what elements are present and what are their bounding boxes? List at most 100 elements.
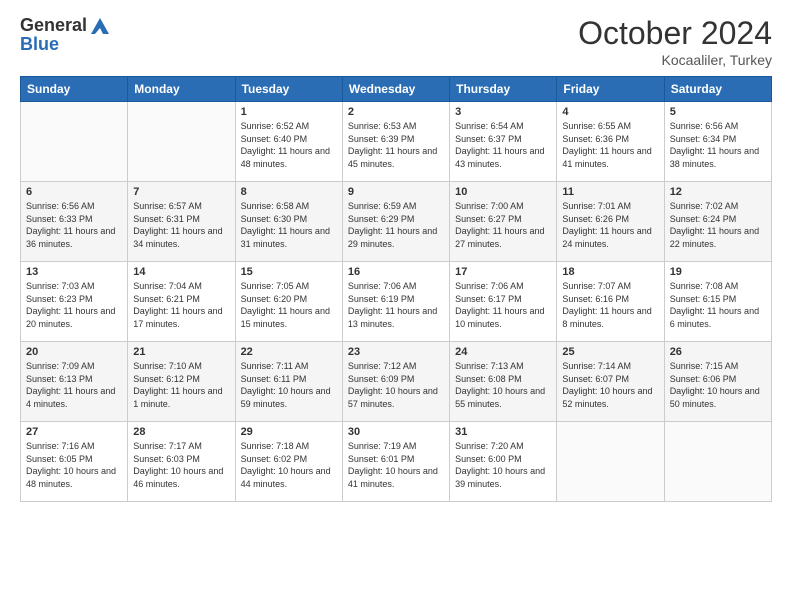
- calendar-day-cell: 15Sunrise: 7:05 AM Sunset: 6:20 PM Dayli…: [235, 262, 342, 342]
- weekday-header: Tuesday: [235, 77, 342, 102]
- calendar-day-cell: 13 Sunrise: 7:03 AM Sunset: 6:23 PM Dayli…: [21, 262, 128, 342]
- day-number: 4: [562, 106, 658, 118]
- weekday-header: Sunday: [21, 77, 128, 102]
- logo-blue-text: Blue: [20, 34, 111, 55]
- day-info: Sunrise: 7:17 AM Sunset: 6:03 PM Dayligh…: [133, 440, 229, 490]
- day-number: 6: [26, 186, 122, 198]
- calendar-day-cell: 10 Sunrise: 7:00 AM Sunset: 6:27 PM Dayli…: [450, 182, 557, 262]
- day-info: Sunrise: 7:01 AM Sunset: 6:26 PM Dayligh…: [562, 200, 658, 250]
- day-info: Sunrise: 6:53 AM Sunset: 6:39 PM Dayligh…: [348, 120, 444, 170]
- day-number: 20: [26, 346, 122, 358]
- day-number: 14: [133, 266, 229, 278]
- day-number: 7: [133, 186, 229, 198]
- day-number: 19: [670, 266, 766, 278]
- calendar-day-cell: 6 Sunrise: 6:56 AM Sunset: 6:33 PM Daylig…: [21, 182, 128, 262]
- day-info: Sunrise: 6:59 AM Sunset: 6:29 PM Dayligh…: [348, 200, 444, 250]
- calendar-day-cell: 3Sunrise: 6:54 AM Sunset: 6:37 PM Daylig…: [450, 102, 557, 182]
- day-number: 16: [348, 266, 444, 278]
- day-number: 27: [26, 426, 122, 438]
- calendar-day-cell: [664, 422, 771, 502]
- calendar-day-cell: 5 Sunrise: 6:56 AM Sunset: 6:34 PM Daylig…: [664, 102, 771, 182]
- day-info: Sunrise: 6:55 AM Sunset: 6:36 PM Dayligh…: [562, 120, 658, 170]
- day-number: 8: [241, 186, 337, 198]
- calendar-day-cell: 20 Sunrise: 7:09 AM Sunset: 6:13 PM Dayli…: [21, 342, 128, 422]
- day-info: Sunrise: 7:13 AM Sunset: 6:08 PM Dayligh…: [455, 360, 551, 410]
- logo-general-text: General: [20, 15, 87, 36]
- day-info: Sunrise: 7:19 AM Sunset: 6:01 PM Dayligh…: [348, 440, 444, 490]
- day-info: Sunrise: 7:11 AM Sunset: 6:11 PM Dayligh…: [241, 360, 337, 410]
- calendar-day-cell: 9 Sunrise: 6:59 AM Sunset: 6:29 PM Daylig…: [342, 182, 449, 262]
- day-info: Sunrise: 7:16 AM Sunset: 6:05 PM Dayligh…: [26, 440, 122, 490]
- calendar-day-cell: 7 Sunrise: 6:57 AM Sunset: 6:31 PM Daylig…: [128, 182, 235, 262]
- calendar-week-row: 27 Sunrise: 7:16 AM Sunset: 6:05 PM Dayli…: [21, 422, 772, 502]
- calendar-day-cell: 29 Sunrise: 7:18 AM Sunset: 6:02 PM Dayli…: [235, 422, 342, 502]
- calendar-table: SundayMondayTuesdayWednesdayThursdayFrid…: [20, 76, 772, 502]
- day-number: 18: [562, 266, 658, 278]
- page: General Blue October 2024 Kocaaliler, Tu…: [0, 0, 792, 612]
- calendar-day-cell: 21Sunrise: 7:10 AM Sunset: 6:12 PM Dayli…: [128, 342, 235, 422]
- calendar-header-row: SundayMondayTuesdayWednesdayThursdayFrid…: [21, 77, 772, 102]
- calendar-day-cell: 19 Sunrise: 7:08 AM Sunset: 6:15 PM Dayli…: [664, 262, 771, 342]
- title-block: October 2024 Kocaaliler, Turkey: [578, 15, 772, 68]
- calendar-week-row: 1 Sunrise: 6:52 AM Sunset: 6:40 PM Daylig…: [21, 102, 772, 182]
- day-number: 1: [241, 106, 337, 118]
- calendar-week-row: 13 Sunrise: 7:03 AM Sunset: 6:23 PM Dayli…: [21, 262, 772, 342]
- logo: General Blue: [20, 15, 111, 55]
- day-number: 3: [455, 106, 551, 118]
- weekday-header: Wednesday: [342, 77, 449, 102]
- calendar-day-cell: 4 Sunrise: 6:55 AM Sunset: 6:36 PM Daylig…: [557, 102, 664, 182]
- month-title: October 2024: [578, 15, 772, 52]
- calendar-day-cell: 16Sunrise: 7:06 AM Sunset: 6:19 PM Dayli…: [342, 262, 449, 342]
- day-info: Sunrise: 6:58 AM Sunset: 6:30 PM Dayligh…: [241, 200, 337, 250]
- day-number: 30: [348, 426, 444, 438]
- calendar-day-cell: 12Sunrise: 7:02 AM Sunset: 6:24 PM Dayli…: [664, 182, 771, 262]
- calendar-day-cell: 23 Sunrise: 7:12 AM Sunset: 6:09 PM Dayli…: [342, 342, 449, 422]
- day-info: Sunrise: 7:09 AM Sunset: 6:13 PM Dayligh…: [26, 360, 122, 410]
- calendar-day-cell: 30 Sunrise: 7:19 AM Sunset: 6:01 PM Dayli…: [342, 422, 449, 502]
- day-info: Sunrise: 7:07 AM Sunset: 6:16 PM Dayligh…: [562, 280, 658, 330]
- day-number: 29: [241, 426, 337, 438]
- day-info: Sunrise: 6:57 AM Sunset: 6:31 PM Dayligh…: [133, 200, 229, 250]
- calendar-day-cell: 8 Sunrise: 6:58 AM Sunset: 6:30 PM Daylig…: [235, 182, 342, 262]
- day-number: 10: [455, 186, 551, 198]
- day-number: 23: [348, 346, 444, 358]
- day-info: Sunrise: 7:03 AM Sunset: 6:23 PM Dayligh…: [26, 280, 122, 330]
- weekday-header: Thursday: [450, 77, 557, 102]
- calendar-day-cell: [557, 422, 664, 502]
- day-info: Sunrise: 6:56 AM Sunset: 6:33 PM Dayligh…: [26, 200, 122, 250]
- day-number: 31: [455, 426, 551, 438]
- day-number: 26: [670, 346, 766, 358]
- calendar-day-cell: 25 Sunrise: 7:14 AM Sunset: 6:07 PM Dayli…: [557, 342, 664, 422]
- calendar-day-cell: 17Sunrise: 7:06 AM Sunset: 6:17 PM Dayli…: [450, 262, 557, 342]
- day-number: 11: [562, 186, 658, 198]
- day-info: Sunrise: 7:12 AM Sunset: 6:09 PM Dayligh…: [348, 360, 444, 410]
- day-info: Sunrise: 7:08 AM Sunset: 6:15 PM Dayligh…: [670, 280, 766, 330]
- day-number: 15: [241, 266, 337, 278]
- day-number: 2: [348, 106, 444, 118]
- day-info: Sunrise: 7:14 AM Sunset: 6:07 PM Dayligh…: [562, 360, 658, 410]
- day-info: Sunrise: 7:00 AM Sunset: 6:27 PM Dayligh…: [455, 200, 551, 250]
- day-info: Sunrise: 6:52 AM Sunset: 6:40 PM Dayligh…: [241, 120, 337, 170]
- day-number: 25: [562, 346, 658, 358]
- day-number: 28: [133, 426, 229, 438]
- calendar-week-row: 6 Sunrise: 6:56 AM Sunset: 6:33 PM Daylig…: [21, 182, 772, 262]
- calendar-day-cell: 31Sunrise: 7:20 AM Sunset: 6:00 PM Dayli…: [450, 422, 557, 502]
- calendar-day-cell: [128, 102, 235, 182]
- day-number: 9: [348, 186, 444, 198]
- day-info: Sunrise: 6:56 AM Sunset: 6:34 PM Dayligh…: [670, 120, 766, 170]
- day-info: Sunrise: 7:18 AM Sunset: 6:02 PM Dayligh…: [241, 440, 337, 490]
- calendar-day-cell: 14Sunrise: 7:04 AM Sunset: 6:21 PM Dayli…: [128, 262, 235, 342]
- location-subtitle: Kocaaliler, Turkey: [578, 52, 772, 68]
- day-number: 17: [455, 266, 551, 278]
- day-info: Sunrise: 7:10 AM Sunset: 6:12 PM Dayligh…: [133, 360, 229, 410]
- day-number: 24: [455, 346, 551, 358]
- calendar-day-cell: 28 Sunrise: 7:17 AM Sunset: 6:03 PM Dayli…: [128, 422, 235, 502]
- calendar-day-cell: 11 Sunrise: 7:01 AM Sunset: 6:26 PM Dayli…: [557, 182, 664, 262]
- calendar-day-cell: 2 Sunrise: 6:53 AM Sunset: 6:39 PM Daylig…: [342, 102, 449, 182]
- calendar-day-cell: [21, 102, 128, 182]
- calendar-day-cell: 1 Sunrise: 6:52 AM Sunset: 6:40 PM Daylig…: [235, 102, 342, 182]
- weekday-header: Monday: [128, 77, 235, 102]
- day-number: 13: [26, 266, 122, 278]
- day-number: 5: [670, 106, 766, 118]
- calendar-week-row: 20 Sunrise: 7:09 AM Sunset: 6:13 PM Dayli…: [21, 342, 772, 422]
